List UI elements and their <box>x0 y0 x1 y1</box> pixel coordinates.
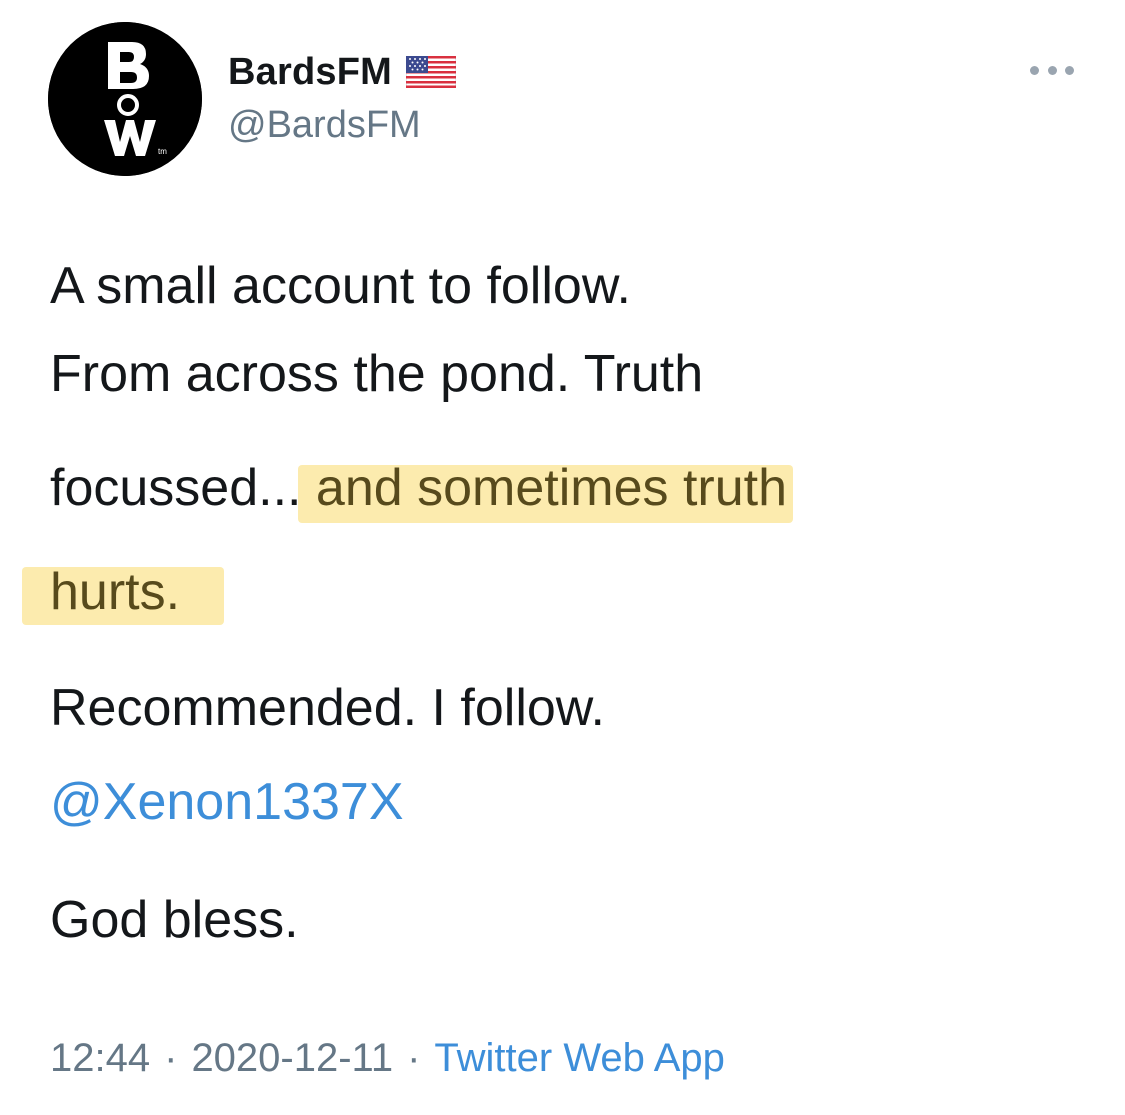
tweet-source-link[interactable]: Twitter Web App <box>434 1036 725 1081</box>
highlighted-text-segment: and sometimes truth <box>315 459 788 517</box>
more-dots-icon[interactable] <box>1030 60 1074 80</box>
tweet-meta: 12:44 · 2020-12-11 · Twitter Web App <box>50 1036 725 1081</box>
more-dot <box>1030 65 1039 75</box>
author-name-row: BardsFM <box>228 48 457 96</box>
tweet-text-line: A small account to follow. <box>50 257 631 315</box>
more-dot <box>1047 65 1057 75</box>
tweet-text-segment: focussed... <box>50 459 316 517</box>
tweet-time[interactable]: 12:44 <box>50 1036 150 1081</box>
meta-separator: · <box>407 1036 421 1080</box>
highlighted-text: hurts. <box>22 563 225 625</box>
tweet-text-line: God bless. <box>50 891 299 949</box>
avatar[interactable]: tm <box>48 22 202 176</box>
bow-logo-icon: tm <box>48 22 202 176</box>
more-dot <box>1065 65 1074 75</box>
author-display-name[interactable]: BardsFM <box>228 51 392 94</box>
tweet-text-line: hurts. <box>22 562 1050 625</box>
us-flag-icon <box>405 55 457 89</box>
highlighted-text-segment: hurts. <box>50 563 181 621</box>
highlighted-text: and sometimes truth <box>297 459 794 523</box>
tweet-date[interactable]: 2020-12-11 <box>191 1036 393 1081</box>
tweet-text-line: focussed... and sometimes truth <box>50 458 1050 523</box>
mention-link[interactable]: @Xenon1337X <box>50 772 1050 832</box>
author-handle[interactable]: @BardsFM <box>228 104 421 147</box>
meta-separator: · <box>164 1036 178 1080</box>
tweet-text-line: Recommended. I follow. <box>50 679 605 737</box>
avatar-tm-mark: tm <box>158 147 167 156</box>
tweet-text-line: From across the pond. Truth <box>50 345 704 403</box>
tweet-card: tm BardsFM @BardsFM A small account to f… <box>0 0 1125 1115</box>
